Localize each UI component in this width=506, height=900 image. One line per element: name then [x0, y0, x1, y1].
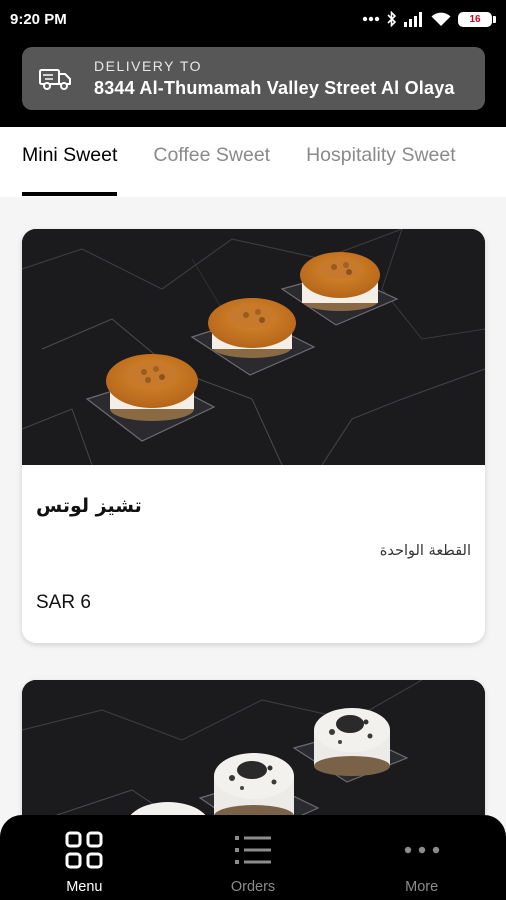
tab-label: Mini Sweet: [22, 144, 118, 166]
nav-orders[interactable]: Orders: [169, 815, 338, 900]
active-tab-indicator: [22, 192, 118, 196]
nav-label: Orders: [230, 879, 276, 895]
product-list: تشيز لوتس القطعة الواحدة SAR 6: [0, 197, 506, 900]
status-icons: 16: [362, 11, 496, 27]
truck-icon: [38, 66, 72, 92]
product-image: [22, 229, 485, 465]
delivery-address: 8344 Al-Thumamah Valley Street Al Olaya: [94, 78, 455, 98]
tab-hospitality-sweet[interactable]: Hospitality Sweet: [306, 127, 456, 197]
delivery-address-selector[interactable]: DELIVERY TO 8344 Al-Thumamah Valley Stre…: [22, 47, 485, 110]
nav-menu[interactable]: Menu: [0, 815, 169, 900]
tab-mini-sweet[interactable]: Mini Sweet: [22, 127, 118, 197]
status-time: 9:20 PM: [10, 10, 67, 28]
more-dots-icon: [403, 831, 441, 869]
tab-coffee-sweet[interactable]: Coffee Sweet: [153, 127, 270, 197]
list-icon: [234, 831, 272, 869]
tab-label: Hospitality Sweet: [306, 144, 456, 166]
wifi-icon: [431, 12, 451, 27]
product-description: القطعة الواحدة: [379, 543, 471, 559]
tab-label: Coffee Sweet: [153, 144, 271, 166]
nav-more[interactable]: More: [337, 815, 506, 900]
grid-icon: [65, 831, 103, 869]
bottom-navigation: Menu Orders More: [0, 815, 506, 900]
signal-icon: [404, 11, 424, 27]
nav-label: Menu: [66, 879, 103, 895]
battery-level: 16: [469, 13, 481, 25]
category-tabs: Mini Sweet Coffee Sweet Hospitality Swee…: [0, 127, 506, 197]
bluetooth-icon: [387, 11, 397, 27]
app-screen: 9:20 PM 16 DELIVERY TO 8344 Al-Thumamah …: [0, 0, 506, 900]
battery-icon: 16: [458, 11, 496, 27]
product-card[interactable]: تشيز لوتس القطعة الواحدة SAR 6: [22, 229, 485, 643]
status-bar: 9:20 PM 16: [0, 0, 506, 38]
nav-label: More: [405, 879, 439, 895]
product-name: تشيز لوتس: [36, 495, 142, 517]
more-notifications-icon: [362, 16, 380, 22]
product-price: SAR 6: [36, 592, 91, 613]
header: DELIVERY TO 8344 Al-Thumamah Valley Stre…: [0, 38, 506, 127]
delivery-label: DELIVERY TO: [94, 58, 203, 74]
